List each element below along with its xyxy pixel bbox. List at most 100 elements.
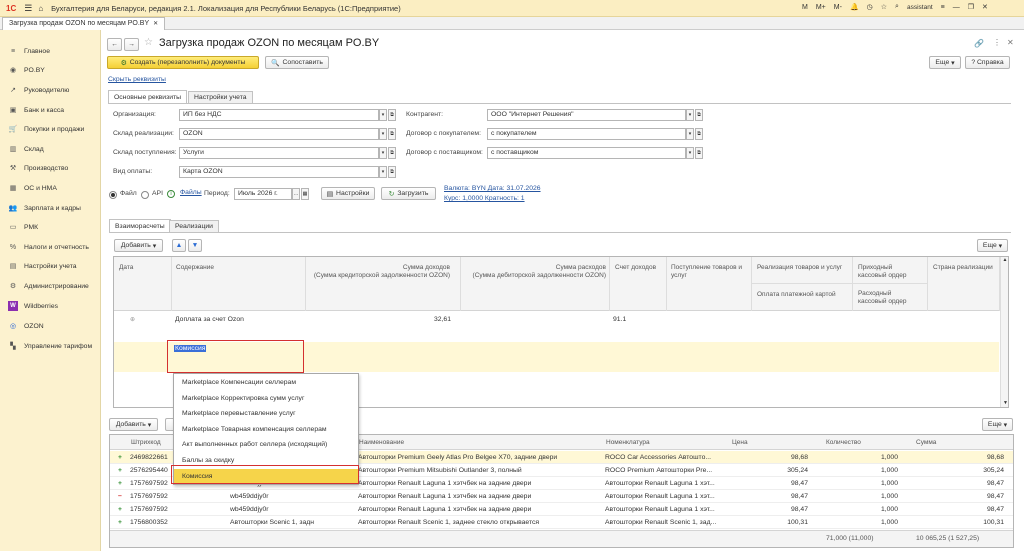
tab-main-details[interactable]: Основные реквизиты xyxy=(108,90,187,103)
api-radio[interactable] xyxy=(141,191,149,199)
sidebar-item-1[interactable]: ◉ PO.BY xyxy=(0,63,101,77)
period-calendar-button[interactable]: ▦ xyxy=(301,188,309,200)
sklad-real-dropdown-button[interactable]: ▾ xyxy=(379,128,387,140)
expand-icon[interactable]: ⊕ xyxy=(130,316,135,323)
lower-more-button[interactable]: Еще ▾ xyxy=(982,418,1013,431)
sidebar-item-15[interactable]: ▚ Управление тарифом xyxy=(0,339,101,353)
compare-button[interactable]: 🔍 Сопоставить xyxy=(265,56,329,69)
sidebar-item-6[interactable]: ⚒ Производство xyxy=(0,161,101,175)
close-tab-icon[interactable]: ✕ xyxy=(153,18,158,30)
lower-add-button[interactable]: Добавить ▾ xyxy=(109,418,158,431)
sidebar-item-3[interactable]: ▣ Банк и касса xyxy=(0,103,101,117)
memory-minus-button[interactable]: M- xyxy=(834,4,842,11)
hide-details-link[interactable]: Скрыть реквизиты xyxy=(108,76,166,83)
scroll-up-icon[interactable]: ▲ xyxy=(1001,257,1008,263)
sidebar-item-9[interactable]: ▭ РМК xyxy=(0,220,101,234)
sklad-real-field[interactable]: OZON xyxy=(179,128,379,140)
dropdown-item[interactable]: Marketplace Компенсации селлерам xyxy=(174,375,358,390)
counterparty-dropdown-button[interactable]: ▾ xyxy=(686,109,694,121)
main-menu-icon[interactable]: ☰ xyxy=(24,3,32,14)
form-close-icon[interactable]: ✕ xyxy=(1007,38,1014,47)
tab-accounting-settings[interactable]: Настройки учета xyxy=(188,91,253,103)
search-icon[interactable]: ⌕ xyxy=(895,3,899,11)
dropdown-item[interactable]: Marketplace перевыставление услуг xyxy=(174,406,358,421)
close-icon[interactable]: ✕ xyxy=(982,3,988,11)
api-radio-label[interactable]: API xyxy=(152,190,163,197)
file-radio-label[interactable]: Файл xyxy=(120,190,137,197)
sidebar-item-10[interactable]: % Налоги и отчетность xyxy=(0,240,101,254)
link-icon[interactable]: 🔗 xyxy=(974,39,984,48)
org-dropdown-button[interactable]: ▾ xyxy=(379,109,387,121)
sklad-real-open-button[interactable]: ⧉ xyxy=(388,128,396,140)
sidebar-item-8[interactable]: 👥 Зарплата и кадры xyxy=(0,201,101,215)
create-documents-button[interactable]: ⚙ Создать (перезаполнить) документы xyxy=(107,56,259,69)
more-button-top[interactable]: Еще ▾ xyxy=(929,56,961,69)
supplier-contract-open-button[interactable]: ⧉ xyxy=(695,147,703,159)
tab-ozon-upload[interactable]: Загрузка продаж OZON по месяцам PO.BY ✕ xyxy=(2,17,166,30)
info-icon[interactable]: i xyxy=(167,190,175,198)
files-link[interactable]: Файлы xyxy=(180,189,202,196)
move-up-button[interactable]: ▲ xyxy=(172,239,186,252)
file-radio[interactable] xyxy=(109,191,117,199)
sidebar-item-4[interactable]: 🛒 Покупки и продажи xyxy=(0,122,101,136)
user-name[interactable]: assistant xyxy=(907,4,933,11)
sklad-post-open-button[interactable]: ⧉ xyxy=(388,147,396,159)
sidebar-item-11[interactable]: ▤ Настройки учета xyxy=(0,259,101,273)
dropdown-item[interactable]: Marketplace Корректировка сумм услуг xyxy=(174,391,358,406)
move-down-button[interactable]: ▼ xyxy=(188,239,202,252)
back-button[interactable]: ← xyxy=(107,38,122,51)
table-row[interactable]: ⊕ Доплата за счет Ozon 32,61 91.1 xyxy=(114,311,999,341)
buyer-contract-field[interactable]: с покупателем xyxy=(487,128,686,140)
sidebar-item-5[interactable]: ▥ Склад xyxy=(0,142,101,156)
buyer-contract-open-button[interactable]: ⧉ xyxy=(695,128,703,140)
payment-type-open-button[interactable]: ⧉ xyxy=(388,166,396,178)
upper-more-button[interactable]: Еще ▾ xyxy=(977,239,1008,252)
tab-sales[interactable]: Реализации xyxy=(169,220,219,232)
table-row[interactable]: − 1757697592 wb459ddjy0r Автошторки Renault… xyxy=(110,490,1013,503)
upper-scrollbar[interactable]: ▲ ▼ xyxy=(1000,257,1008,407)
payment-type-dropdown-button[interactable]: ▾ xyxy=(379,166,387,178)
period-field[interactable]: Июль 2026 г. xyxy=(234,188,292,200)
currency-link[interactable]: Валюта: BYN Дата: 31.07.2026 xyxy=(444,185,541,192)
payment-type-field[interactable]: Карта OZON xyxy=(179,166,379,178)
sidebar-item-12[interactable]: ⚙ Администрирование xyxy=(0,279,101,293)
supplier-contract-field[interactable]: с поставщиком xyxy=(487,147,686,159)
help-button[interactable]: ? Справка xyxy=(965,56,1010,69)
maximize-icon[interactable]: ❐ xyxy=(968,3,974,11)
sidebar-item-0[interactable]: ≡ Главное xyxy=(0,44,101,58)
memory-plus-button[interactable]: M+ xyxy=(816,4,826,11)
sidebar-item-14[interactable]: ◎ OZON xyxy=(0,319,101,333)
table-row[interactable]: +1757697592 wb459ddjy0r Автошторки Renault… xyxy=(110,503,1013,516)
sklad-post-field[interactable]: Услуги xyxy=(179,147,379,159)
org-field[interactable]: ИП без НДС xyxy=(179,109,379,121)
settings-menu-icon[interactable]: ≡ xyxy=(941,4,945,11)
scroll-down-icon[interactable]: ▼ xyxy=(1001,400,1008,406)
supplier-contract-dropdown-button[interactable]: ▾ xyxy=(686,147,694,159)
counterparty-open-button[interactable]: ⧉ xyxy=(695,109,703,121)
load-button[interactable]: ↻ Загрузить xyxy=(381,187,436,200)
forward-button[interactable]: → xyxy=(124,38,139,51)
rate-link[interactable]: Курс: 1,0000 Кратность: 1 xyxy=(444,195,525,202)
period-dropdown-button[interactable]: … xyxy=(292,188,300,200)
table-row[interactable]: +1756800352 Автошторки Scenic 1, задн Авто… xyxy=(110,516,1013,529)
settings-button[interactable]: ▤ Настройки xyxy=(321,187,375,200)
dropdown-item[interactable]: Marketplace Товарная компенсация селлера… xyxy=(174,422,358,437)
tab-settlements[interactable]: Взаиморасчеты xyxy=(109,219,171,232)
upper-add-button[interactable]: Добавить ▾ xyxy=(114,239,163,252)
sidebar-item-13[interactable]: W Wildberries xyxy=(0,299,101,313)
org-open-button[interactable]: ⧉ xyxy=(388,109,396,121)
dropdown-item[interactable]: Акт выполненных работ селлера (исходящий… xyxy=(174,437,358,452)
memory-m-button[interactable]: M xyxy=(802,4,808,11)
home-icon[interactable]: ⌂ xyxy=(38,4,43,13)
more-vert-icon[interactable]: ⋮ xyxy=(993,38,1001,47)
counterparty-field[interactable]: ООО "Интернет Решения" xyxy=(487,109,686,121)
history-icon[interactable]: ◷ xyxy=(867,3,873,11)
sklad-post-dropdown-button[interactable]: ▾ xyxy=(379,147,387,159)
minimize-icon[interactable]: — xyxy=(953,4,960,11)
star-icon[interactable]: ☆ xyxy=(881,3,887,11)
sidebar-item-2[interactable]: ↗ Руководителю xyxy=(0,83,101,97)
bell-icon[interactable]: 🔔 xyxy=(850,3,859,11)
sidebar-item-7[interactable]: ▦ ОС и НМА xyxy=(0,181,101,195)
favorite-star-icon[interactable]: ☆ xyxy=(144,37,153,48)
buyer-contract-dropdown-button[interactable]: ▾ xyxy=(686,128,694,140)
